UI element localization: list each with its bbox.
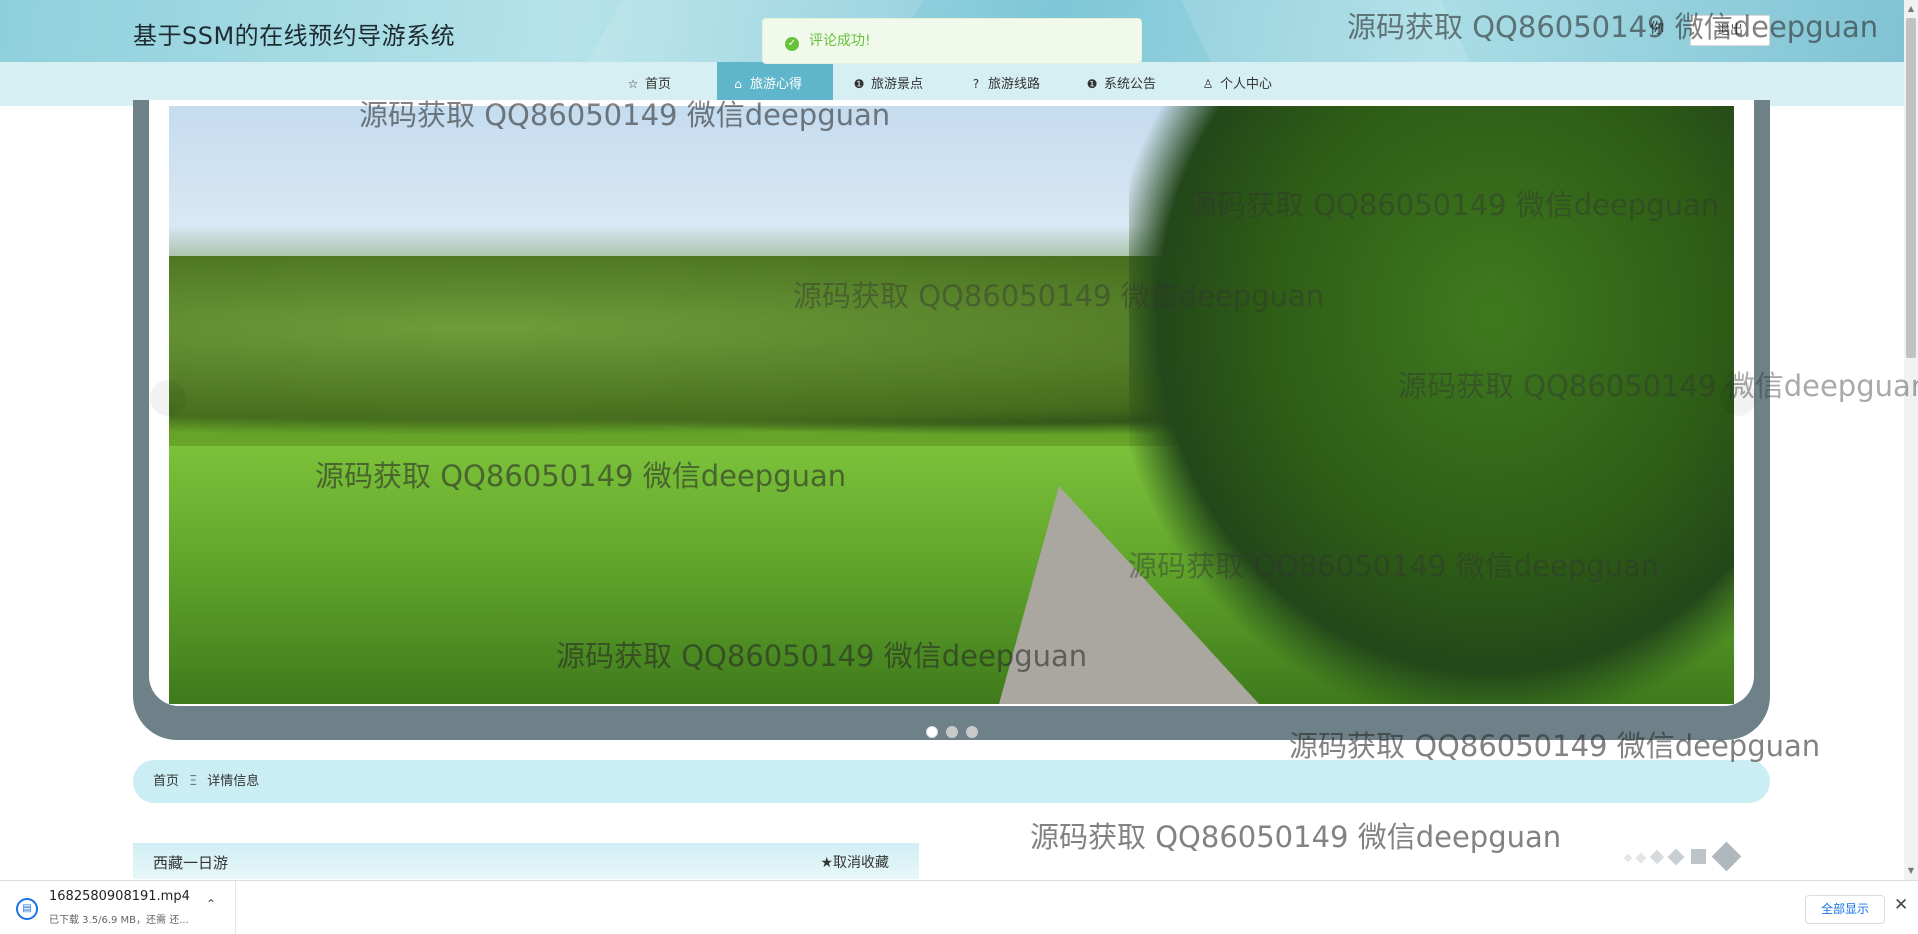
user-name[interactable]: 你 xyxy=(1650,18,1664,38)
scroll-up-arrow[interactable]: ▲ xyxy=(1906,4,1916,14)
success-toast: ✓ 评论成功! xyxy=(762,18,1142,64)
scrollbar-thumb[interactable] xyxy=(1906,18,1916,358)
nav-label: 旅游心得 xyxy=(750,77,803,92)
detail-title: 西藏一日游 xyxy=(153,854,229,872)
nav-label: 旅游景点 xyxy=(871,77,924,92)
scroll-down-arrow[interactable]: ▼ xyxy=(1906,866,1916,876)
download-bar: ▤ 1682580908191.mp4 已下载 3.5/6.9 MB，还需 还.… xyxy=(0,880,1918,934)
diamond-shape xyxy=(1635,852,1647,864)
breadcrumb-home[interactable]: 首页 xyxy=(153,774,179,789)
diamond-shape xyxy=(1711,841,1742,872)
watermark-text: 源码获取 QQ86050149 微信deepguan xyxy=(1030,820,1562,854)
header-decoration xyxy=(1176,0,1484,62)
carousel-dot[interactable] xyxy=(946,726,958,738)
carousel-dot[interactable] xyxy=(926,726,938,738)
image-tree xyxy=(1129,106,1734,704)
carousel-slide-image[interactable] xyxy=(169,106,1734,704)
download-status: 已下载 3.5/6.9 MB，还需 还... xyxy=(49,915,189,926)
breadcrumb-separator: Ξ xyxy=(189,774,198,789)
file-progress-icon: ▤ xyxy=(16,898,38,920)
success-check-icon: ✓ xyxy=(785,37,799,51)
nav-label: 旅游线路 xyxy=(988,77,1041,92)
nav-label: 首页 xyxy=(645,77,672,92)
nav-label: 系统公告 xyxy=(1104,77,1157,92)
carousel-dot[interactable] xyxy=(966,726,978,738)
close-icon[interactable]: ✕ xyxy=(1894,895,1908,915)
logout-button[interactable]: 退出 xyxy=(1690,15,1770,46)
chevron-up-icon[interactable]: ⌃ xyxy=(206,897,216,911)
carousel-prev-arrow[interactable] xyxy=(150,380,186,416)
site-title: 基于SSM的在线预约导游系统 xyxy=(133,22,456,50)
carousel-next-arrow[interactable] xyxy=(1720,380,1756,416)
show-all-downloads-button[interactable]: 全部显示 xyxy=(1805,895,1885,924)
breadcrumb-current: 详情信息 xyxy=(207,774,260,789)
unfavorite-button[interactable]: ★取消收藏 xyxy=(820,843,889,883)
toast-message: 评论成功! xyxy=(809,33,871,49)
nav-label: 个人中心 xyxy=(1220,77,1273,92)
square-shape xyxy=(1691,849,1706,864)
breadcrumb: 首页 Ξ 详情信息 xyxy=(133,760,1770,803)
diamond-shape xyxy=(1623,853,1633,863)
diamond-shape xyxy=(1649,849,1665,865)
download-file-name: 1682580908191.mp4 xyxy=(49,889,190,904)
detail-header: 西藏一日游 ★取消收藏 xyxy=(133,843,919,879)
download-item[interactable]: ▤ 1682580908191.mp4 已下载 3.5/6.9 MB，还需 还.… xyxy=(0,881,236,934)
diamond-shape xyxy=(1667,848,1685,866)
carousel-indicators xyxy=(926,723,986,738)
